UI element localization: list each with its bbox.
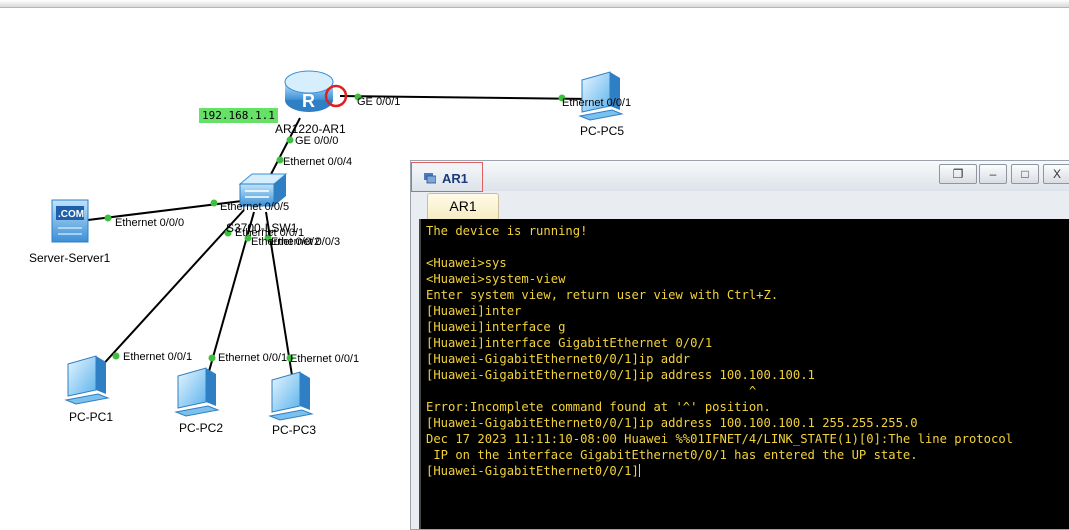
pc3-icon[interactable]	[268, 371, 314, 421]
port-label-switch-e004: Ethernet 0/0/4	[283, 156, 353, 168]
router-label: AR1220-AR1	[275, 122, 346, 136]
port-label-pc5-e001: Ethernet 0/0/1	[562, 97, 632, 109]
port-label-router-ge000: GE 0/0/0	[295, 135, 339, 147]
tab-ar1[interactable]: AR1	[427, 193, 499, 219]
maximize-button[interactable]: □	[1011, 164, 1039, 184]
terminal-line: Enter system view, return user view with…	[426, 288, 779, 302]
cli-window[interactable]: AR1 ❐ – □ X AR1 The device is running! <H…	[410, 160, 1069, 530]
close-button[interactable]: X	[1043, 164, 1069, 184]
router-ip-tag: 192.168.1.1	[199, 108, 278, 123]
terminal-line: [Huawei-GigabitEthernet0/0/1]ip addr	[426, 352, 691, 366]
terminal-line: [Huawei]interface GigabitEthernet 0/0/1	[426, 336, 713, 350]
pc5-icon[interactable]	[578, 71, 624, 121]
pc1-label: PC-PC1	[69, 410, 114, 424]
server-icon[interactable]: .COM	[51, 199, 89, 243]
tab-strip: AR1	[417, 191, 1069, 219]
port-label-pc3-e001: Ethernet 0/0/1	[290, 353, 360, 365]
restore-button[interactable]: ❐	[939, 164, 977, 184]
terminal-line: Error:Incomplete command found at '^' po…	[426, 400, 771, 414]
window-titlebar[interactable]: AR1 ❐ – □ X	[411, 161, 1069, 192]
terminal-line: [Huawei-GigabitEthernet0/0/1]ip address …	[426, 416, 918, 430]
terminal-line: Dec 17 2023 11:11:10-08:00 Huawei %%01IF…	[426, 432, 1013, 446]
port-label-switch-e003: Ethernet 0/0/3	[271, 236, 341, 248]
server-label: Server-Server1	[29, 251, 111, 265]
pc1-icon[interactable]	[64, 355, 110, 405]
pc2-label: PC-PC2	[179, 421, 224, 435]
maximize-icon: □	[1021, 167, 1029, 181]
port-label-server-e000: Ethernet 0/0/0	[115, 217, 185, 229]
pc3-label: PC-PC3	[272, 423, 317, 437]
terminal-line: [Huawei-GigabitEthernet0/0/1]ip address …	[426, 368, 815, 382]
svg-text:.COM: .COM	[58, 209, 84, 220]
window-title: AR1	[442, 171, 469, 186]
close-icon: X	[1052, 167, 1061, 181]
restore-icon: ❐	[952, 167, 964, 181]
port-label-switch-e005: Ethernet 0/0/5	[220, 201, 290, 213]
router-icon[interactable]: R	[284, 70, 348, 112]
svg-text:R: R	[302, 91, 315, 111]
minimize-button[interactable]: –	[979, 164, 1007, 184]
terminal-line: [Huawei]inter	[426, 304, 522, 318]
terminal-line: The device is running!	[426, 224, 588, 238]
window-title-highlight: AR1	[411, 162, 483, 192]
terminal-line: [Huawei]interface g	[426, 320, 566, 334]
terminal-line: <Huawei>system-view	[426, 272, 566, 286]
minimize-icon: –	[989, 167, 997, 181]
terminal-line: <Huawei>sys	[426, 256, 507, 270]
port-label-pc1-e001: Ethernet 0/0/1	[123, 351, 193, 363]
pc5-label: PC-PC5	[580, 124, 625, 138]
text-cursor	[638, 464, 640, 477]
terminal-line: ^	[426, 384, 757, 398]
pc2-icon[interactable]	[174, 367, 220, 417]
terminal-output[interactable]: The device is running! <Huawei>sys <Huawei…	[419, 219, 1069, 529]
port-label-pc2-e001: Ethernet 0/0/1	[218, 352, 288, 364]
link-lsw1-pc1	[97, 209, 245, 371]
port-label-router-ge001: GE 0/0/1	[357, 96, 401, 108]
terminal-line: IP on the interface GigabitEthernet0/0/1…	[426, 448, 918, 462]
terminal-window-icon	[424, 173, 436, 184]
terminal-line: [Huawei-GigabitEthernet0/0/1]	[426, 464, 640, 478]
